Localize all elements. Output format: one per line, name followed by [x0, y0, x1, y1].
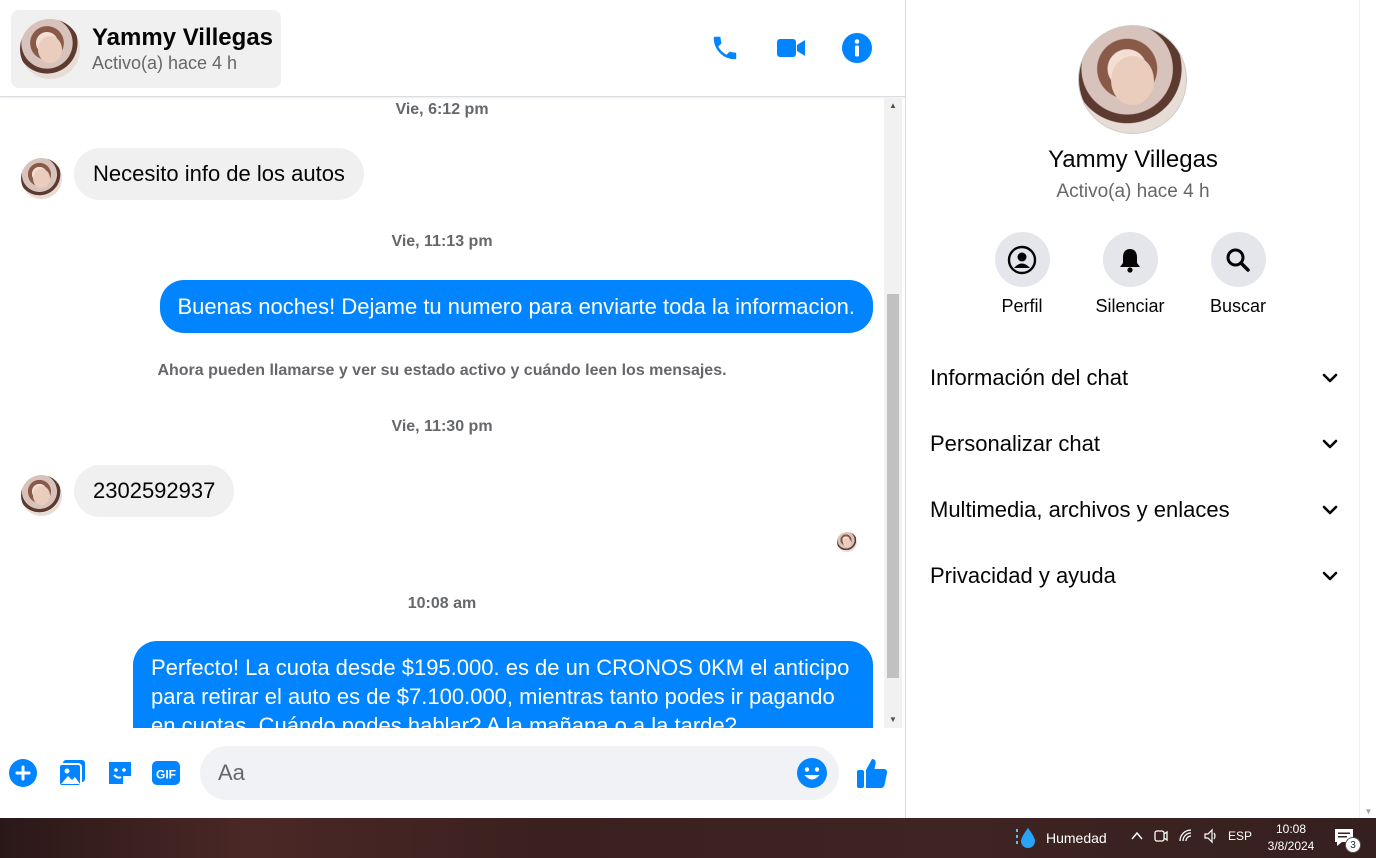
volume-icon[interactable] — [1203, 828, 1219, 844]
chat-header: Yammy Villegas Activo(a) hace 4 h — [0, 0, 905, 97]
profile-label: Perfil — [1001, 296, 1043, 316]
water-drop-icon — [1016, 828, 1035, 848]
message-input-box[interactable] — [200, 746, 839, 800]
voice-call-button[interactable] — [707, 30, 743, 66]
search-button-circle[interactable] — [1210, 232, 1266, 287]
incoming-message[interactable]: Necesito info de los autos — [74, 148, 364, 200]
windows-taskbar: Humedad ESP 10:08 3/8/2024 3 — [0, 818, 1376, 858]
section-label: Multimedia, archivos y enlaces — [930, 497, 1230, 522]
contact-card[interactable]: Yammy Villegas Activo(a) hace 4 h — [11, 10, 281, 88]
thumbs-up-icon — [857, 759, 888, 788]
plus-icon — [9, 759, 37, 787]
video-camera-icon — [777, 39, 805, 57]
profile-icon — [1007, 245, 1037, 274]
section-customize-chat[interactable]: Personalizar chat — [930, 424, 1340, 464]
weather-label: Humedad — [1046, 830, 1107, 846]
system-notice: Ahora pueden llamarse y ver su estado ac… — [157, 362, 727, 379]
scrollbar-thumb[interactable] — [887, 294, 899, 678]
message-input[interactable] — [218, 746, 788, 800]
profile-avatar[interactable] — [1078, 25, 1187, 134]
section-chat-info[interactable]: Información del chat — [930, 358, 1340, 398]
chevron-down-icon — [1322, 373, 1338, 383]
composer: GIF — [0, 728, 905, 818]
system-tray: ESP — [1130, 828, 1252, 844]
chevron-down-icon — [1322, 571, 1338, 581]
mute-button[interactable]: Silenciar — [1075, 232, 1185, 317]
outgoing-message[interactable]: Perfecto! La cuota desde $195.000. es de… — [133, 641, 873, 728]
chevron-down-icon — [1322, 505, 1338, 515]
profile-name[interactable]: Yammy Villegas — [906, 146, 1360, 174]
outgoing-message[interactable]: Buenas noches! Dejame tu numero para env… — [159, 280, 873, 333]
messages-scrollbar[interactable]: ▲ ▼ — [884, 98, 902, 728]
section-label: Personalizar chat — [930, 431, 1100, 456]
send-like-button[interactable] — [855, 756, 889, 790]
clock-time: 10:08 — [1275, 822, 1307, 836]
taskbar-clock[interactable]: 10:08 3/8/2024 — [1262, 821, 1320, 855]
photo-icon — [58, 760, 85, 787]
search-button[interactable]: Buscar — [1183, 232, 1293, 317]
scroll-down-arrow-icon[interactable]: ▼ — [884, 712, 902, 728]
video-call-button[interactable] — [773, 30, 809, 66]
weather-widget[interactable]: Humedad — [1014, 826, 1107, 850]
search-label: Buscar — [1209, 296, 1267, 316]
timestamp: Vie, 11:30 pm — [391, 418, 493, 435]
read-receipt-avatar — [837, 532, 857, 552]
clock-date: 3/8/2024 — [1267, 839, 1315, 853]
conversation-details-panel: Yammy Villegas Activo(a) hace 4 h Perfil… — [905, 0, 1359, 818]
scroll-down-arrow-icon[interactable]: ▼ — [1360, 807, 1376, 816]
timestamp: Vie, 6:12 pm — [395, 101, 489, 118]
bell-icon — [1120, 248, 1140, 273]
contact-avatar[interactable] — [20, 19, 80, 79]
profile-button[interactable]: Perfil — [967, 232, 1077, 317]
mute-label: Silenciar — [1095, 296, 1165, 316]
chat-pane: Yammy Villegas Activo(a) hace 4 h Vie, 6… — [0, 0, 905, 818]
scroll-up-arrow-icon[interactable]: ▲ — [884, 98, 902, 114]
chevron-up-icon[interactable] — [1130, 829, 1144, 843]
svg-text:GIF: GIF — [156, 768, 176, 782]
section-label: Privacidad y ayuda — [930, 563, 1116, 588]
gif-button[interactable]: GIF — [151, 758, 181, 788]
mute-button-circle[interactable] — [1102, 232, 1158, 287]
contact-name[interactable]: Yammy Villegas — [92, 24, 273, 52]
sender-avatar[interactable] — [21, 475, 62, 516]
timestamp: Vie, 11:13 pm — [391, 233, 493, 250]
phone-icon — [713, 36, 737, 60]
sticker-icon — [109, 762, 131, 784]
section-privacy-help[interactable]: Privacidad y ayuda — [930, 556, 1340, 596]
language-indicator[interactable]: ESP — [1228, 829, 1252, 843]
sticker-button[interactable] — [105, 758, 135, 788]
page-scrollbar[interactable]: ▼ — [1359, 0, 1376, 818]
emoji-icon — [797, 758, 827, 788]
search-icon — [1226, 248, 1250, 272]
contact-text: Yammy Villegas Activo(a) hace 4 h — [92, 24, 273, 74]
notification-badge: 3 — [1345, 837, 1361, 853]
sender-avatar[interactable] — [21, 158, 62, 199]
incoming-message[interactable]: 2302592937 — [74, 465, 235, 517]
notification-center-button[interactable]: 3 — [1334, 828, 1361, 853]
attach-photo-button[interactable] — [57, 758, 87, 788]
network-icon[interactable] — [1178, 828, 1194, 844]
chevron-down-icon — [1322, 439, 1338, 449]
profile-button-circle[interactable] — [994, 232, 1050, 287]
meet-now-icon[interactable] — [1153, 828, 1169, 844]
emoji-button[interactable] — [796, 757, 828, 789]
message-list[interactable]: Vie, 6:12 pm Necesito info de los autos … — [0, 98, 884, 728]
gif-icon: GIF — [152, 761, 180, 785]
info-icon — [842, 33, 872, 63]
section-label: Información del chat — [930, 365, 1129, 390]
more-actions-button[interactable] — [8, 758, 38, 788]
profile-status: Activo(a) hace 4 h — [1056, 181, 1210, 202]
timestamp: 10:08 am — [407, 595, 477, 612]
conversation-info-button[interactable] — [839, 30, 875, 66]
section-media-files-links[interactable]: Multimedia, archivos y enlaces — [930, 490, 1340, 530]
contact-status: Activo(a) hace 4 h — [92, 53, 238, 73]
